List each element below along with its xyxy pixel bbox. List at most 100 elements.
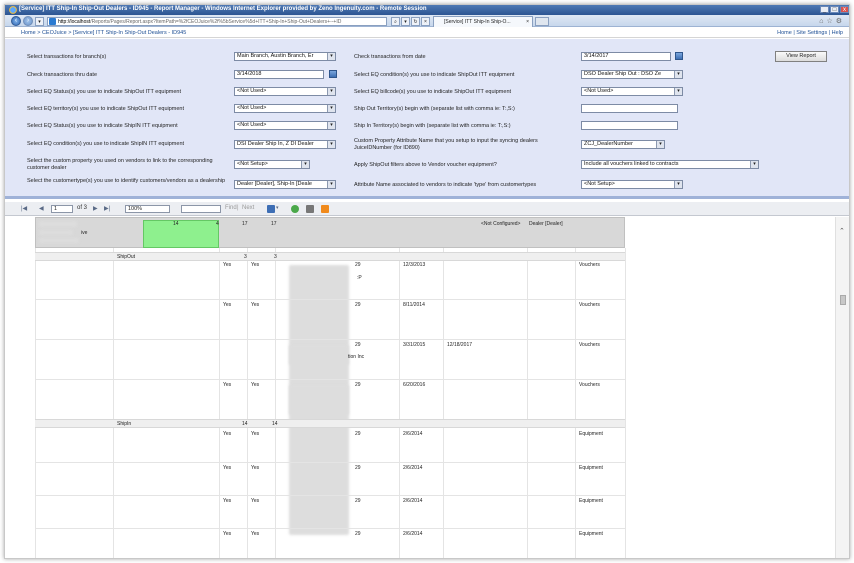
browser-tab[interactable]: [Service] ITT Ship-In Ship-O... ×	[433, 16, 533, 27]
billcode-out-select[interactable]: <Not Used> ▾	[581, 87, 683, 96]
chevron-down-icon: ▾	[327, 88, 335, 95]
scroll-up-icon[interactable]: ⌃	[839, 227, 845, 235]
browser-tools-icons[interactable]: ⌂☆⚙	[819, 17, 845, 25]
customertype-select[interactable]: Dealer [Dealer], Ship-In [Deale ▾	[234, 180, 336, 189]
new-tab-button[interactable]	[535, 17, 549, 26]
minimize-button[interactable]: _	[820, 6, 829, 13]
parameter-panel: Select transactions for branch(s) Main B…	[5, 39, 849, 199]
shipout-fragment-2: tion Inc	[348, 354, 365, 360]
chevron-down-icon: ▾	[327, 53, 335, 60]
shipout-row-date2: 12/18/2017	[447, 342, 473, 348]
refresh-icon[interactable]: ↻	[411, 17, 420, 26]
from-date-input[interactable]: 3/14/2017	[581, 52, 671, 61]
param-label-eq-status-in: Select EQ Status(s) you use to indicate …	[27, 123, 178, 129]
history-dropdown-icon[interactable]: ▾	[35, 17, 44, 26]
rss-feed-icon[interactable]	[321, 205, 329, 213]
shipout-row-type: Vouchers	[579, 262, 600, 268]
apply-filters-value: Include all vouchers linked to contracts	[584, 161, 679, 167]
zoom-select[interactable]: 100%	[125, 205, 170, 213]
param-label-attr-type: Attribute Name associated to vendors to …	[354, 182, 537, 188]
shipin-row-type: Equipment	[579, 431, 603, 437]
eq-status-out-select[interactable]: <Not Used> ▾	[234, 87, 336, 96]
eq-cond-in-select[interactable]: DSI Dealer Ship In, Z DI Dealer ▾	[234, 140, 336, 149]
export-icon[interactable]	[267, 205, 275, 213]
breadcrumb[interactable]: Home > CEOJuice > [Service] ITT Ship-In …	[21, 30, 186, 36]
back-arrow-icon[interactable]: ‹	[11, 16, 21, 26]
custom-attr-select[interactable]: ZCJ_DealerNumber ▾	[581, 140, 665, 149]
calendar-icon[interactable]	[329, 70, 337, 78]
row-divider	[35, 379, 625, 380]
redacted-text	[39, 238, 79, 243]
browser-window: [Service] ITT Ship-In Ship-Out Dealers -…	[4, 4, 850, 559]
header-count-3: 17	[242, 221, 248, 227]
first-page-icon[interactable]: |◀	[21, 205, 27, 212]
scroll-thumb[interactable]	[840, 295, 846, 305]
param-label-customertype: Select the customertype(s) you use to id…	[27, 178, 226, 184]
browser-tab-label: [Service] ITT Ship-In Ship-O...	[444, 19, 511, 25]
shipout-row-yes: Yes	[251, 262, 260, 268]
previous-page-icon[interactable]: ◀	[39, 205, 44, 212]
shipout-count-2: 3	[274, 254, 277, 260]
calendar-icon[interactable]	[675, 52, 683, 60]
param-label-territory-out: Select EQ territory(s) you use to indica…	[27, 106, 185, 112]
report-scrollbar[interactable]: ⌃	[835, 217, 849, 558]
shipin-row-code: 29	[355, 498, 361, 504]
address-dropdown-icon[interactable]: ▾	[401, 17, 410, 26]
find-link[interactable]: Find	[225, 205, 237, 211]
chevron-down-icon: ▾	[674, 71, 682, 78]
address-bar[interactable]: http://localhost/Reports/Pages/Report.as…	[47, 17, 387, 26]
breadcrumb-bar: Home > CEOJuice > [Service] ITT Ship-In …	[5, 28, 849, 38]
shipin-territory-input[interactable]	[581, 121, 678, 130]
view-report-button[interactable]: View Report	[775, 51, 827, 62]
shipout-row-date: 6/20/2016	[403, 382, 426, 388]
vendor-prop-select[interactable]: <Not Setup> ▾	[234, 160, 310, 169]
territory-out-value: <Not Used>	[237, 105, 267, 111]
attr-type-select[interactable]: <Not Setup> ▾	[581, 180, 683, 189]
export-dropdown-icon[interactable]: ▾	[276, 205, 279, 211]
territory-out-select[interactable]: <Not Used> ▾	[234, 104, 336, 113]
param-label-eq-cond-in: Select EQ condition(s) you use to indica…	[27, 141, 185, 147]
billcode-out-value: <Not Used>	[584, 88, 614, 94]
close-button[interactable]: x	[840, 6, 849, 13]
shipout-row-code: 29	[355, 342, 361, 348]
zoom-value: 100%	[128, 206, 143, 212]
top-links[interactable]: Home | Site Settings | Help	[777, 30, 843, 36]
page-number-input[interactable]: 1	[51, 205, 73, 213]
eq-status-in-select[interactable]: <Not Used> ▾	[234, 121, 336, 130]
vendor-prop-value: <Not Setup>	[237, 161, 268, 167]
chevron-down-icon: ▾	[327, 122, 335, 129]
shipout-row-code: 29	[355, 262, 361, 268]
shipout-row-date: 8/11/2014	[403, 302, 425, 308]
grid-line	[219, 248, 220, 558]
find-input[interactable]	[181, 205, 221, 213]
address-host: http://localhost	[58, 19, 91, 25]
chevron-down-icon: ▾	[327, 181, 335, 188]
chevron-down-icon: ▾	[674, 181, 682, 188]
chevron-down-icon: ▾	[327, 105, 335, 112]
shipout-row-yes: Yes	[223, 302, 232, 308]
shipout-territory-input[interactable]	[581, 104, 678, 113]
shipin-count-2: 14	[272, 421, 278, 427]
shipout-count-1: 3	[244, 254, 247, 260]
page-favicon-icon	[49, 18, 56, 25]
forward-arrow-icon[interactable]: ›	[23, 16, 33, 26]
window-title-bar: [Service] ITT Ship-In Ship-Out Dealers -…	[5, 5, 849, 15]
param-label-from-date: Check transactions from date	[354, 54, 426, 60]
stop-icon[interactable]: ×	[421, 17, 430, 26]
maximize-button[interactable]: □	[830, 6, 839, 13]
thru-date-input[interactable]: 3/14/2018	[234, 70, 324, 79]
apply-filters-select[interactable]: Include all vouchers linked to contracts…	[581, 160, 759, 169]
branch-select[interactable]: Main Branch, Austin Branch, Er ▾	[234, 52, 336, 61]
tab-close-icon[interactable]: ×	[526, 17, 529, 27]
last-page-icon[interactable]: ▶|	[104, 205, 110, 212]
search-icon[interactable]: ⌕	[391, 17, 400, 26]
next-page-icon[interactable]: ▶	[93, 205, 98, 212]
shipin-row-yes: Yes	[251, 498, 260, 504]
shipin-row-yes: Yes	[223, 531, 232, 537]
find-next-link[interactable]: Next	[242, 205, 254, 211]
ie-logo-icon	[9, 6, 17, 14]
eq-cond-out-select[interactable]: DSO Dealer Ship Out : DSO Ze ▾	[581, 70, 683, 79]
refresh-report-icon[interactable]	[291, 205, 299, 213]
print-icon[interactable]	[306, 205, 314, 213]
toolbar-separator: |	[237, 205, 239, 211]
